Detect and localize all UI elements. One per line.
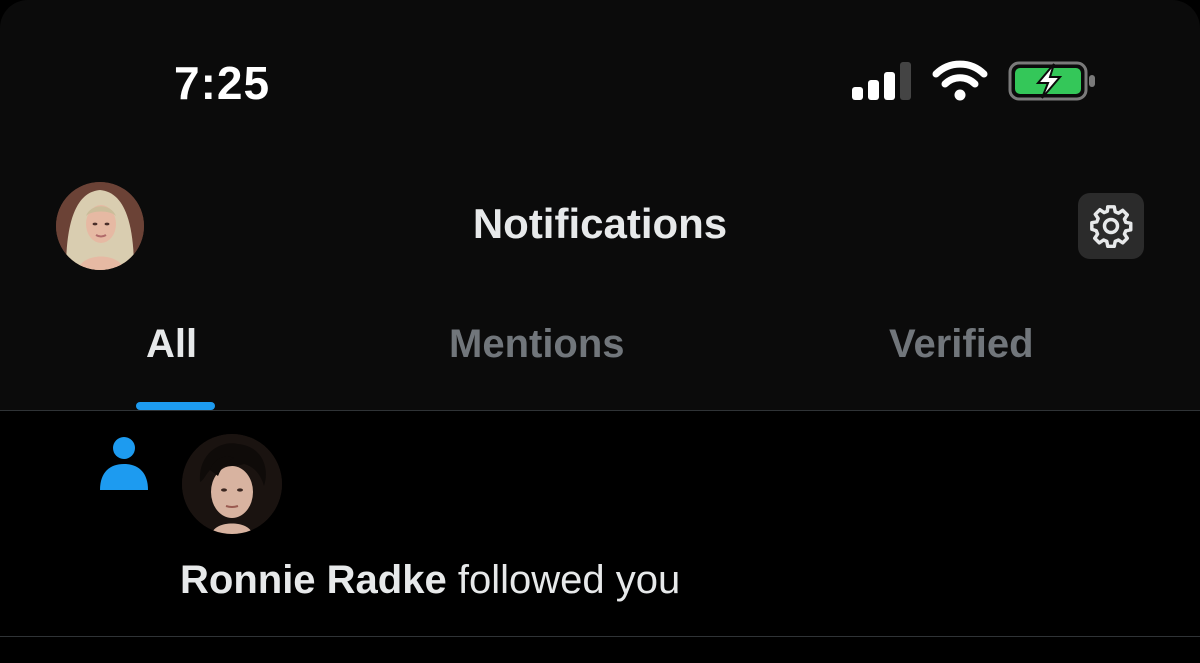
tab-verified[interactable]: Verified (889, 322, 1034, 367)
battery-charging-icon (1008, 61, 1095, 101)
notification-user-name[interactable]: Ronnie Radke (180, 558, 447, 602)
notification-action: followed you (457, 558, 681, 602)
tab-all[interactable]: All (146, 322, 197, 367)
person-follow-icon (100, 437, 148, 490)
notifications-screen: 7:25 Notifications All Mentions Verified… (0, 0, 1200, 663)
page-title: Notifications (472, 200, 728, 247)
cellular-signal-icon (852, 62, 912, 100)
gear-icon (1090, 205, 1133, 249)
active-tab-indicator (136, 402, 215, 410)
tab-mentions[interactable]: Mentions (449, 322, 625, 367)
notification-divider (0, 636, 1200, 637)
status-time: 7:25 (174, 57, 271, 109)
wifi-icon (932, 60, 988, 101)
notification-text: Ronnie Radke followed you (180, 558, 680, 603)
settings-button[interactable] (1078, 193, 1144, 259)
user-avatar[interactable] (182, 434, 282, 534)
